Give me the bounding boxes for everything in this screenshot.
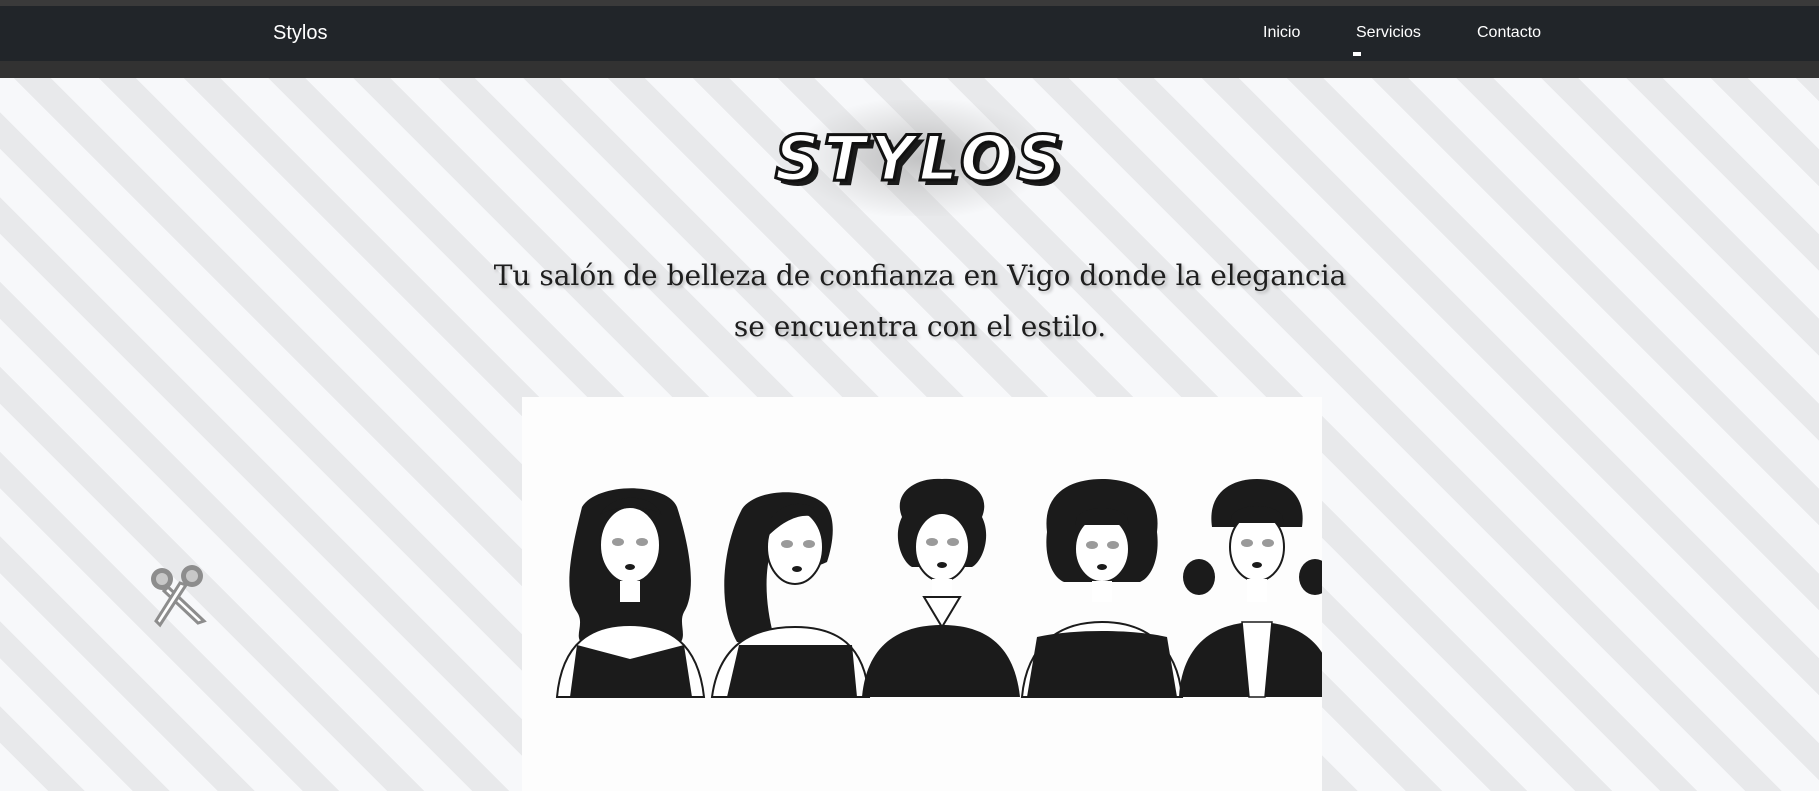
woman-5-figure (1179, 479, 1322, 698)
active-nav-indicator (1353, 52, 1361, 56)
nav-link-servicios[interactable]: Servicios (1356, 24, 1421, 42)
nav-link-inicio[interactable]: Inicio (1263, 24, 1300, 42)
women-hairstyles-illustration (555, 478, 1322, 698)
navbar-brand[interactable]: Stylos (273, 22, 327, 45)
tagline-line-1: Tu salón de belleza de confianza en Vigo… (493, 259, 1347, 292)
hero-tagline: Tu salón de belleza de confianza en Vigo… (490, 250, 1350, 352)
woman-1-figure (555, 488, 706, 698)
woman-3-figure (862, 478, 1020, 697)
navbar-bottom-band (0, 61, 1819, 78)
woman-2-figure (710, 492, 871, 698)
hero-logo: STYLOS (745, 98, 1095, 218)
nav-link-contacto[interactable]: Contacto (1477, 24, 1541, 42)
logo-text: STYLOS (773, 120, 1066, 196)
tagline-line-2: se encuentra con el estilo. (733, 310, 1107, 343)
hero-image (522, 397, 1322, 791)
scissors-icon (148, 563, 214, 629)
navbar: Stylos Inicio Servicios Contacto (0, 6, 1819, 61)
woman-4-figure (1020, 479, 1184, 698)
